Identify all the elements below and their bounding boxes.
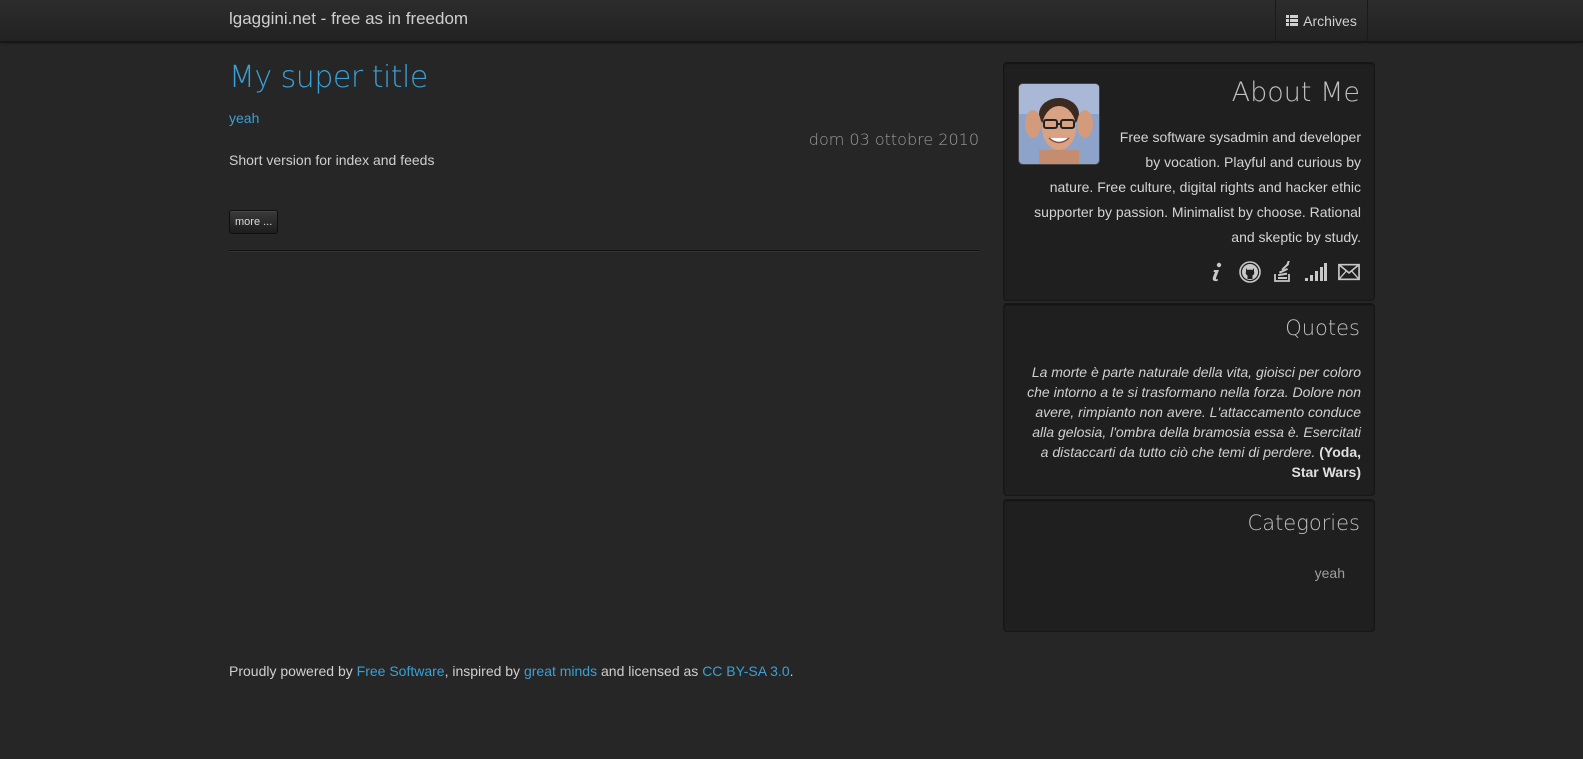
post-summary: Short version for index and feeds xyxy=(229,152,435,168)
about-me-title: About Me xyxy=(1231,77,1360,108)
post-title-link[interactable]: My super title xyxy=(229,60,428,95)
categories-title: Categories xyxy=(1247,511,1360,535)
quotes-panel: Quotes La morte è parte naturale della v… xyxy=(1003,303,1375,496)
footer-mid1: , inspired by xyxy=(444,663,524,679)
quote-body: La morte è parte naturale della vita, gi… xyxy=(1027,364,1361,460)
post-divider xyxy=(229,250,979,252)
footer-prefix: Proudly powered by xyxy=(229,663,357,679)
github-icon[interactable] xyxy=(1239,261,1261,283)
nav-archives-link[interactable]: Archives xyxy=(1275,0,1368,41)
footer-free-software-link[interactable]: Free Software xyxy=(357,663,445,679)
categories-panel: Categories yeah xyxy=(1003,499,1375,632)
about-me-panel: About Me Free software sysadmin and deve… xyxy=(1003,62,1375,301)
list-icon xyxy=(1286,15,1299,26)
about-me-text: Free software sysadmin and developer by … xyxy=(1034,129,1361,245)
category-link-yeah[interactable]: yeah xyxy=(1315,565,1345,581)
read-more-button[interactable]: more ... xyxy=(229,210,279,234)
footer-mid2: and licensed as xyxy=(597,663,703,679)
mail-icon[interactable] xyxy=(1338,261,1360,283)
nav-archives-label: Archives xyxy=(1303,12,1357,29)
footer: Proudly powered by Free Software, inspir… xyxy=(229,663,794,679)
top-navbar: lgaggini.net - free as in freedom Archiv… xyxy=(0,0,1583,42)
site-brand-link[interactable]: lgaggini.net - free as in freedom xyxy=(229,9,468,29)
post-date: dom 03 ottobre 2010 xyxy=(808,130,979,149)
quote-text: La morte è parte naturale della vita, gi… xyxy=(1022,362,1361,482)
footer-license-link[interactable]: CC BY-SA 3.0 xyxy=(702,663,789,679)
footer-suffix: . xyxy=(789,663,794,679)
stackoverflow-icon[interactable] xyxy=(1272,261,1294,283)
feed-signal-icon[interactable] xyxy=(1305,261,1327,283)
info-icon[interactable] xyxy=(1206,261,1228,283)
post-category-link[interactable]: yeah xyxy=(229,110,259,126)
social-links xyxy=(1206,261,1360,283)
footer-great-minds-link[interactable]: great minds xyxy=(524,663,597,679)
quotes-title: Quotes xyxy=(1285,316,1360,340)
